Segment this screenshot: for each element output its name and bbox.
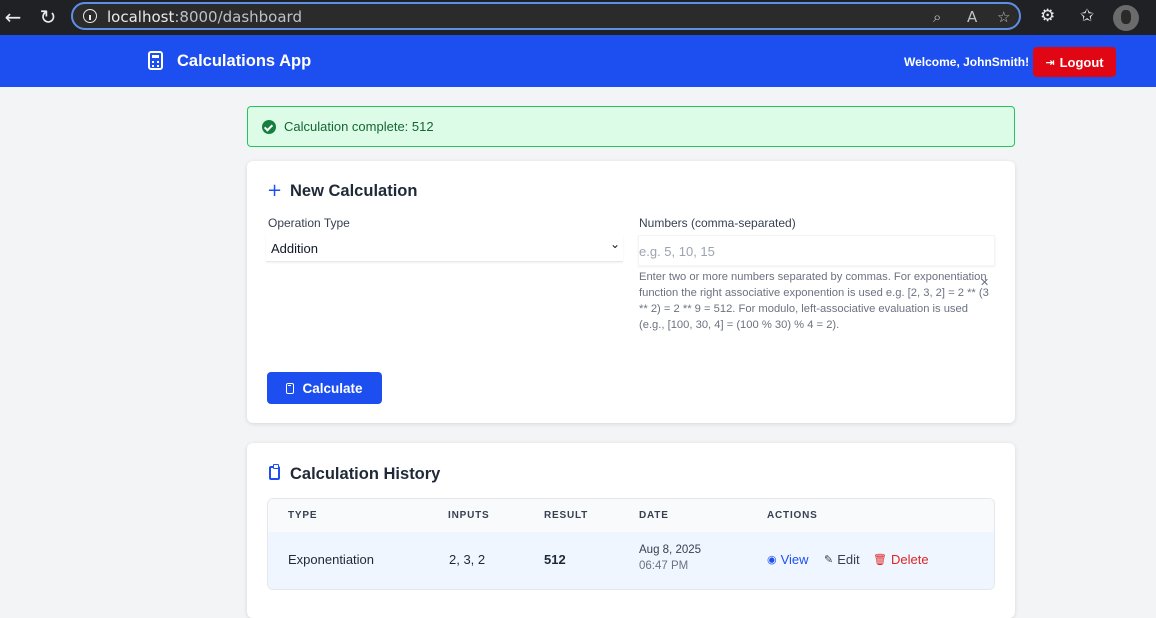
- edit-icon: ✎: [824, 553, 834, 566]
- column-header-date: DATE: [639, 510, 669, 521]
- calculator-icon: [286, 382, 295, 394]
- history-title: Calculation History: [290, 465, 441, 483]
- address-bar[interactable]: localhost:8000/dashboard ⌕ A ☆: [71, 2, 1021, 30]
- clipboard-icon: [269, 464, 280, 480]
- address-url: localhost:8000/dashboard: [107, 8, 302, 26]
- column-header-type: TYPE: [288, 510, 318, 521]
- operation-type-value: Addition: [271, 241, 318, 256]
- favorite-star-icon[interactable]: ☆: [997, 8, 1010, 26]
- operation-type-select[interactable]: Addition ⌄: [266, 235, 623, 262]
- history-table: TYPE INPUTS RESULT DATE ACTIONS Exponent…: [267, 498, 995, 590]
- check-circle-icon: [262, 120, 276, 134]
- new-calculation-title: New Calculation: [290, 182, 418, 200]
- zoom-icon[interactable]: ⌕: [933, 8, 941, 26]
- read-aloud-icon[interactable]: A: [967, 8, 977, 26]
- numbers-placeholder: e.g. 5, 10, 15: [639, 244, 715, 259]
- edit-label: Edit: [837, 552, 860, 567]
- back-icon[interactable]: ←: [0, 5, 26, 29]
- extensions-icon[interactable]: ⚙: [1040, 6, 1055, 26]
- site-info-icon[interactable]: [83, 9, 97, 23]
- calculate-label: Calculate: [302, 380, 363, 396]
- calculator-icon: [148, 51, 163, 70]
- delete-label: Delete: [890, 552, 929, 567]
- numbers-input[interactable]: e.g. 5, 10, 15: [638, 235, 995, 266]
- view-label: View: [780, 552, 809, 567]
- logout-icon: ⇥: [1045, 55, 1055, 69]
- alert-message: Calculation complete: 512: [284, 119, 434, 134]
- success-alert: Calculation complete: 512: [247, 106, 1015, 147]
- column-header-actions: ACTIONS: [767, 510, 818, 521]
- column-header-result: RESULT: [544, 510, 589, 521]
- row-result: 512: [544, 552, 566, 567]
- welcome-text: Welcome, JohnSmith!: [904, 55, 1030, 69]
- logout-button[interactable]: ⇥ Logout: [1033, 47, 1116, 77]
- row-type: Exponentiation: [288, 552, 375, 567]
- logout-label: Logout: [1059, 54, 1104, 70]
- column-header-inputs: INPUTS: [448, 510, 490, 521]
- calculate-button[interactable]: Calculate: [267, 372, 382, 404]
- reload-icon[interactable]: ↻: [35, 5, 61, 29]
- delete-link[interactable]: 🗑 Delete: [873, 552, 929, 567]
- chevron-down-icon: ⌄: [609, 237, 620, 251]
- trash-icon: 🗑: [873, 553, 887, 566]
- table-header: TYPE INPUTS RESULT DATE ACTIONS: [268, 499, 994, 532]
- eye-icon: ◉: [767, 553, 777, 566]
- edit-link[interactable]: ✎ Edit: [824, 552, 860, 567]
- row-date: Aug 8, 2025: [639, 544, 702, 556]
- plus-icon: +: [267, 180, 283, 201]
- row-inputs: 2, 3, 2: [449, 552, 486, 567]
- browser-toolbar: ← ↻ localhost:8000/dashboard ⌕ A ☆ ⚙ ✩: [0, 0, 1156, 35]
- profile-avatar[interactable]: [1113, 5, 1139, 31]
- numbers-label: Numbers (comma-separated): [639, 216, 796, 230]
- row-time: 06:47 PM: [639, 560, 689, 572]
- brand-title[interactable]: Calculations App: [177, 52, 311, 71]
- operation-type-label: Operation Type: [268, 216, 350, 230]
- favorites-icon[interactable]: ✩: [1080, 6, 1094, 26]
- view-link[interactable]: ◉ View: [767, 552, 809, 567]
- table-row: Exponentiation 2, 3, 2 512 Aug 8, 2025 0…: [268, 532, 994, 589]
- numbers-help-text: Enter two or more numbers separated by c…: [639, 271, 989, 331]
